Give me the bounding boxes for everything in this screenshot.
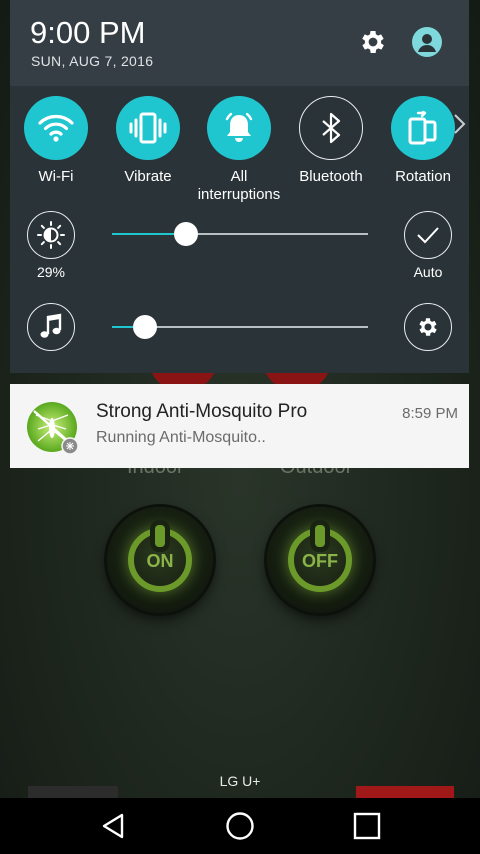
chevron-right-icon[interactable] xyxy=(452,113,466,135)
indoor-power-button[interactable]: ON xyxy=(107,507,213,613)
outdoor-power-button[interactable]: OFF xyxy=(267,507,373,613)
brightness-percent: 29% xyxy=(36,264,66,280)
navigation-bar xyxy=(0,798,480,854)
qs-rotation-label: Rotation xyxy=(395,168,451,185)
auto-label: Auto xyxy=(413,264,443,280)
volume-slider-thumb[interactable] xyxy=(133,315,158,339)
notification-text: Running Anti-Mosquito.. xyxy=(96,429,266,446)
notification-time: 8:59 PM xyxy=(402,405,458,422)
brightness-slider-thumb[interactable] xyxy=(174,222,199,246)
power-off-label: OFF xyxy=(302,551,338,571)
gear-icon xyxy=(419,318,437,336)
bluetooth-icon xyxy=(322,112,341,144)
qs-rotation[interactable]: Rotation xyxy=(377,96,469,186)
music-note-icon xyxy=(40,313,62,338)
brightness-icon xyxy=(37,221,65,249)
auto-brightness-toggle[interactable] xyxy=(404,211,452,259)
mosquito-app-icon xyxy=(27,402,79,455)
wifi-icon xyxy=(38,115,74,142)
qs-bluetooth-label: Bluetooth xyxy=(299,168,363,185)
settings-button[interactable] xyxy=(358,27,388,57)
recents-icon xyxy=(353,812,381,840)
volume-slider[interactable] xyxy=(112,315,368,339)
sound-settings-button[interactable] xyxy=(404,303,452,351)
qs-interruptions[interactable]: All interruptions xyxy=(193,96,285,204)
date: SUN, AUG 7, 2016 xyxy=(31,53,154,69)
qs-interruptions-label: All interruptions xyxy=(197,168,281,203)
bell-icon xyxy=(225,112,253,142)
gear-icon xyxy=(362,31,384,53)
recents-button[interactable] xyxy=(347,808,387,844)
notification-title: Strong Anti-Mosquito Pro xyxy=(96,401,308,422)
checkmark-icon xyxy=(417,227,439,244)
qs-vibrate-label: Vibrate xyxy=(124,168,172,185)
power-on-label: ON xyxy=(146,551,174,571)
qs-vibrate[interactable]: Vibrate xyxy=(102,96,194,186)
notification-shade: 9:00 PM SUN, AUG 7, 2016 Wi-Fi Vibrate A… xyxy=(10,0,469,373)
notification-card[interactable]: Strong Anti-Mosquito Pro Running Anti-Mo… xyxy=(10,384,469,468)
brightness-slider[interactable] xyxy=(112,222,368,246)
clock: 9:00 PM xyxy=(30,15,146,50)
qs-wifi-label: Wi-Fi xyxy=(38,168,74,185)
qs-bluetooth[interactable]: Bluetooth xyxy=(285,96,377,186)
volume-button[interactable] xyxy=(27,303,75,351)
status-header: 9:00 PM SUN, AUG 7, 2016 xyxy=(10,0,469,86)
qs-wifi[interactable]: Wi-Fi xyxy=(10,96,102,186)
rotation-icon xyxy=(408,110,437,145)
brightness-button[interactable] xyxy=(27,211,75,259)
home-button[interactable] xyxy=(220,808,260,844)
carrier-label: LG U+ xyxy=(219,773,261,789)
back-icon xyxy=(102,813,124,839)
home-icon xyxy=(226,812,254,840)
user-icon xyxy=(418,34,436,52)
user-button[interactable] xyxy=(412,27,442,57)
back-button[interactable] xyxy=(93,808,133,844)
vibrate-icon xyxy=(129,112,167,144)
